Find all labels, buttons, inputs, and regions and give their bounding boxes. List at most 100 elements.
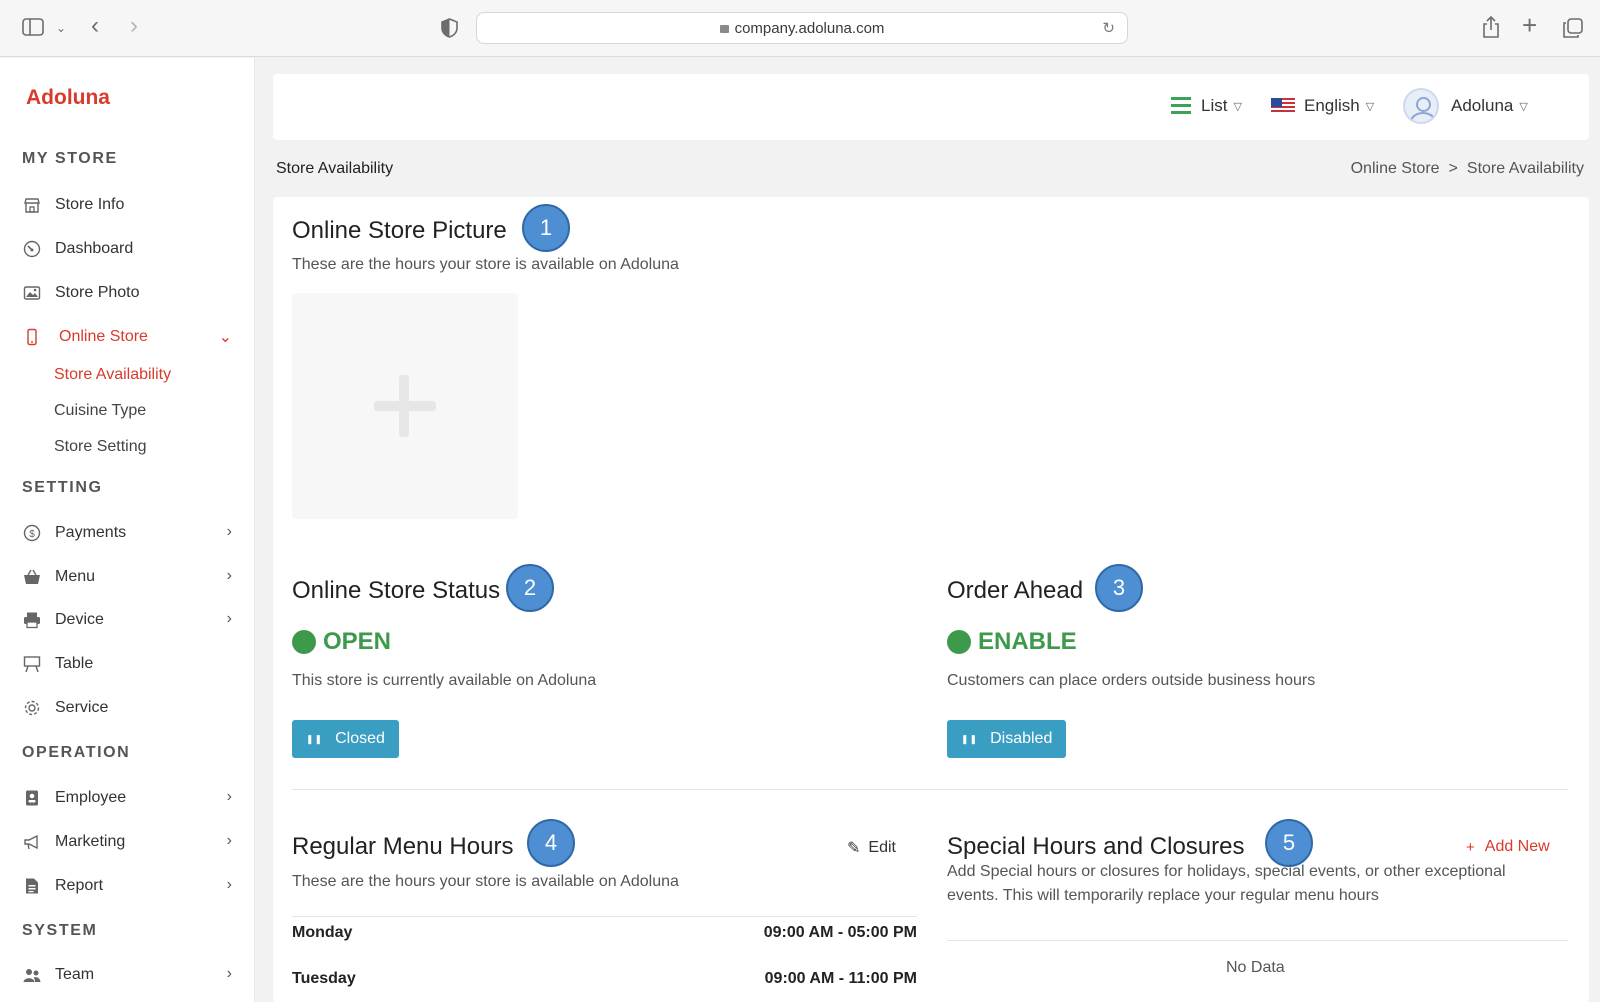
sidebar-item-service[interactable]: Service [22, 694, 232, 722]
brand-logo[interactable]: Adoluna [26, 86, 110, 110]
forward-icon[interactable]: › [130, 14, 138, 38]
upload-picture-button[interactable] [292, 293, 518, 519]
photo-icon [22, 283, 42, 303]
megaphone-icon [22, 832, 42, 852]
sidebar-item-label: Dashboard [55, 240, 134, 257]
edit-hours-button[interactable]: ✎ Edit [847, 838, 896, 858]
breadcrumb-separator: > [1448, 160, 1458, 177]
add-new-label: Add New [1484, 838, 1550, 855]
sidebar-item-label: Team [55, 966, 95, 983]
hours-row-time: 09:00 AM - 05:00 PM [763, 924, 917, 941]
view-mode-dropdown[interactable]: List ▽ [1171, 96, 1242, 116]
chevron-right-icon[interactable]: › [227, 788, 232, 806]
new-tab-icon[interactable]: + [1522, 12, 1537, 38]
sidebar-item-marketing[interactable]: Marketing › [22, 828, 232, 856]
browser-toolbar: ⌄ ‹ › company.adoluna.com ↻ + [0, 0, 1600, 57]
chevron-down-icon: ▽ [1519, 100, 1528, 113]
chevron-down-icon[interactable]: ⌄ [219, 327, 232, 347]
tab-overview-icon[interactable] [1563, 18, 1583, 42]
gauge-icon [22, 239, 42, 259]
chevron-right-icon[interactable]: › [227, 567, 232, 585]
chevron-down-icon: ▽ [1233, 100, 1242, 113]
team-icon [22, 965, 42, 985]
sidebar-item-payments[interactable]: $ Payments › [22, 519, 232, 547]
pause-icon: ❚❚ [306, 733, 324, 744]
gear-icon [22, 698, 42, 718]
regular-hours-title: Regular Menu Hours [292, 833, 514, 860]
sidebar-item-table[interactable]: Table [22, 650, 232, 678]
reload-icon[interactable]: ↻ [1102, 19, 1115, 37]
store-status-indicator: OPEN [292, 628, 391, 656]
language-dropdown[interactable]: English ▽ [1271, 96, 1374, 116]
picture-description: These are the hours your store is availa… [292, 256, 679, 273]
pause-icon: ❚❚ [961, 733, 979, 744]
store-status-title: Online Store Status [292, 577, 501, 604]
sidebar-subitem-cuisine-type[interactable]: Cuisine Type [54, 402, 146, 420]
page-title: Store Availability [276, 160, 394, 177]
order-ahead-indicator: ENABLE [947, 628, 1077, 656]
step-badge-2: 2 [506, 564, 554, 612]
user-menu-dropdown[interactable]: Adoluna ▽ [1403, 88, 1528, 124]
hours-divider [292, 916, 917, 917]
step-badge-4: 4 [527, 819, 575, 867]
section-my-store: MY STORE [22, 150, 118, 167]
sidebar-item-store-info[interactable]: Store Info [22, 191, 232, 219]
sidebar-item-label: Payments [55, 524, 127, 541]
url-text: company.adoluna.com [734, 20, 885, 37]
sidebar-item-label: Employee [55, 789, 127, 806]
section-system: SYSTEM [22, 922, 98, 939]
back-icon[interactable]: ‹ [91, 14, 99, 38]
chevron-right-icon[interactable]: › [227, 876, 232, 894]
chevron-down-icon: ▽ [1365, 100, 1375, 113]
breadcrumb-link-online-store[interactable]: Online Store [1351, 160, 1440, 177]
closed-button[interactable]: ❚❚ Closed [292, 720, 399, 758]
sidebar-item-team[interactable]: Team › [22, 961, 232, 989]
breadcrumb: Online Store > Store Availability [1351, 160, 1584, 178]
chevron-right-icon[interactable]: › [227, 965, 232, 983]
sidebar-item-online-store[interactable]: Online Store ⌄ [22, 323, 232, 351]
order-ahead-description: Customers can place orders outside busin… [947, 672, 1316, 689]
sidebar-item-label: Marketing [55, 833, 126, 850]
share-icon[interactable] [1482, 15, 1500, 42]
disabled-button-label: Disabled [990, 730, 1053, 747]
chevron-right-icon[interactable]: › [227, 832, 232, 850]
language-label: English [1304, 96, 1360, 115]
edit-label: Edit [868, 839, 896, 856]
closed-button-label: Closed [335, 730, 385, 747]
sidebar-item-report[interactable]: Report › [22, 872, 232, 900]
sidebar-subitem-store-setting[interactable]: Store Setting [54, 438, 147, 456]
privacy-shield-icon[interactable] [441, 18, 458, 42]
special-hours-divider [947, 940, 1568, 941]
section-setting: SETTING [22, 479, 103, 496]
empty-state-text: No Data [1226, 959, 1285, 976]
dollar-coin-icon: $ [22, 523, 42, 543]
status-dot-icon [947, 630, 971, 654]
sidebar-item-device[interactable]: Device › [22, 606, 232, 634]
svg-text:$: $ [29, 529, 35, 540]
order-ahead-title: Order Ahead [947, 577, 1084, 604]
sidebar-item-label: Store Info [55, 196, 125, 213]
hours-row-day: Monday [292, 924, 353, 941]
add-new-button[interactable]: + Add New [1466, 838, 1550, 856]
sidebar-toggle-icon[interactable] [22, 18, 44, 40]
sidebar-item-dashboard[interactable]: Dashboard [22, 235, 232, 263]
sidebar-item-menu[interactable]: Menu › [22, 563, 232, 591]
chevron-right-icon[interactable]: › [227, 523, 232, 541]
chevron-down-icon[interactable]: ⌄ [56, 18, 66, 38]
chevron-right-icon[interactable]: › [227, 610, 232, 628]
store-status-value: OPEN [323, 628, 392, 655]
sidebar-item-label: Online Store [59, 328, 148, 345]
view-mode-label: List [1201, 96, 1228, 115]
section-divider [292, 789, 1568, 790]
hours-row-day: Tuesday [292, 970, 356, 987]
pencil-icon: ✎ [847, 840, 861, 857]
address-bar[interactable]: company.adoluna.com ↻ [476, 12, 1128, 44]
sidebar: Adoluna MY STORE Store Info Dashboard St… [0, 58, 255, 1002]
sidebar-item-employee[interactable]: Employee › [22, 784, 232, 812]
step-badge-3: 3 [1095, 564, 1143, 612]
sidebar-subitem-store-availability[interactable]: Store Availability [54, 366, 171, 384]
disabled-button[interactable]: ❚❚ Disabled [947, 720, 1067, 758]
status-dot-icon [292, 630, 316, 654]
sidebar-item-store-photo[interactable]: Store Photo [22, 279, 232, 307]
regular-hours-description: These are the hours your store is availa… [292, 873, 679, 890]
